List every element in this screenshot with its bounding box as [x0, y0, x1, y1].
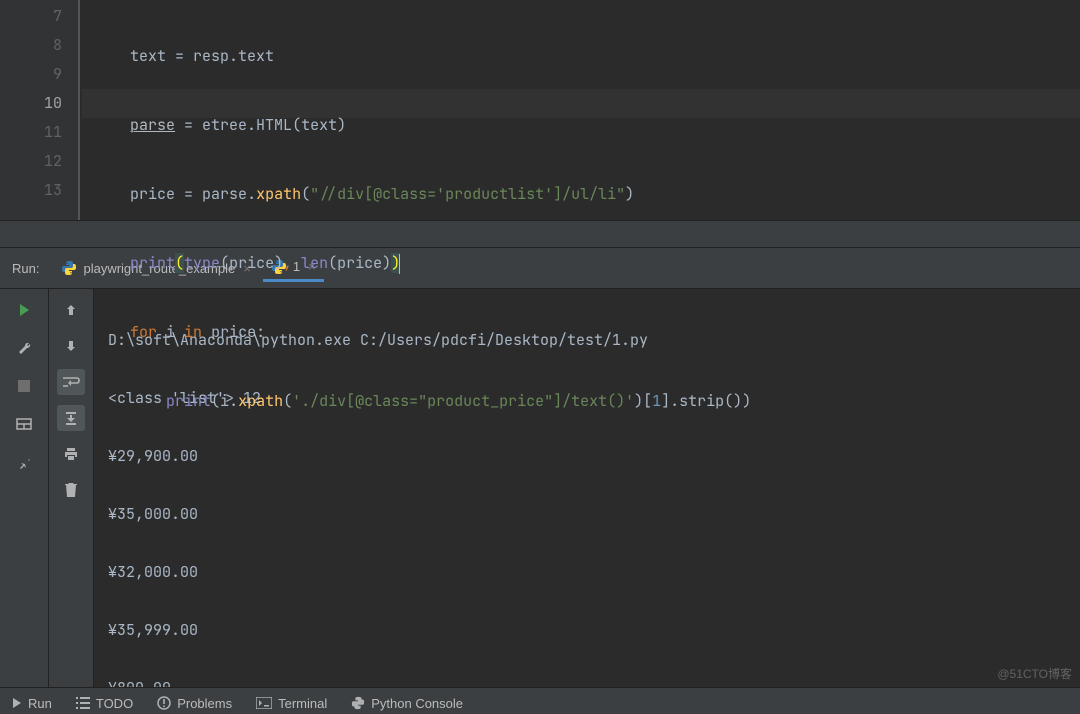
- play-icon: [12, 698, 22, 708]
- python-icon: [351, 696, 365, 710]
- soft-wrap-button[interactable]: [57, 369, 85, 395]
- code-editor[interactable]: text = resp.text parse = etree.HTML(text…: [80, 0, 751, 220]
- python-icon: [61, 260, 77, 276]
- rerun-button[interactable]: [10, 297, 38, 323]
- line-number[interactable]: 9: [0, 60, 62, 89]
- line-number[interactable]: 11: [0, 118, 62, 147]
- terminal-icon: [256, 697, 272, 709]
- line-number[interactable]: 7: [0, 2, 62, 31]
- stop-button[interactable]: [10, 373, 38, 399]
- line-number[interactable]: 12: [0, 147, 62, 176]
- sb-python-console[interactable]: Python Console: [339, 696, 475, 711]
- sb-problems[interactable]: Problems: [145, 696, 244, 711]
- warning-icon: [157, 696, 171, 710]
- pin-button[interactable]: [10, 449, 38, 475]
- status-bar: Run TODO Problems Terminal Python Consol…: [0, 687, 1080, 714]
- down-arrow-button[interactable]: [57, 333, 85, 359]
- scroll-to-end-button[interactable]: [57, 405, 85, 431]
- run-toolbar-primary: [0, 289, 49, 687]
- sb-todo[interactable]: TODO: [64, 696, 145, 711]
- up-arrow-button[interactable]: [57, 297, 85, 323]
- run-toolbar-secondary: [49, 289, 94, 687]
- list-icon: [76, 697, 90, 709]
- sb-terminal[interactable]: Terminal: [244, 696, 339, 711]
- layout-button[interactable]: [10, 411, 38, 437]
- console-line: ¥35,999.00: [108, 616, 648, 645]
- console-line: ¥32,000.00: [108, 558, 648, 587]
- text-caret: [399, 254, 400, 274]
- sb-run[interactable]: Run: [0, 696, 64, 711]
- run-label: Run:: [12, 261, 39, 276]
- wrench-button[interactable]: [10, 335, 38, 361]
- line-number[interactable]: 13: [0, 176, 62, 205]
- line-number-current[interactable]: 10: [0, 89, 62, 118]
- line-gutter[interactable]: 7 8 9 10 11 12 13: [0, 0, 80, 220]
- trash-button[interactable]: [57, 477, 85, 503]
- console-line: ¥800.00: [108, 674, 648, 687]
- line-number[interactable]: 8: [0, 31, 62, 60]
- print-button[interactable]: [57, 441, 85, 467]
